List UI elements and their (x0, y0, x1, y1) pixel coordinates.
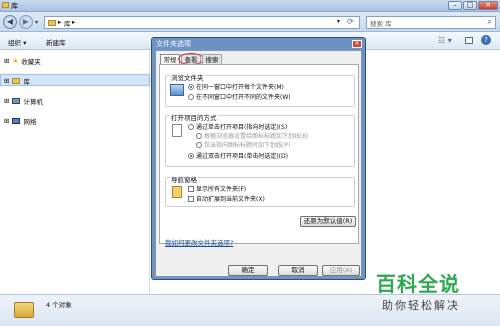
option-show-all-folders[interactable]: 显示所有文件夹(F) (188, 184, 246, 193)
library-large-icon (14, 302, 34, 318)
option-same-window[interactable]: 在同一窗口中打开每个文件夹(M) (188, 82, 284, 91)
radio-button[interactable] (188, 152, 194, 159)
radio-button[interactable] (188, 83, 194, 90)
navigation-pane-group: 导航窗格 显示所有文件夹(F) 自动扩展到当前文件夹(X) (165, 174, 355, 207)
nav-item-label: 库 (23, 78, 30, 86)
option-auto-expand[interactable]: 自动扩展到当前文件夹(X) (188, 194, 265, 203)
option-label: 在不同窗口中打开不同的文件夹(W) (196, 94, 291, 101)
watermark-title: 百科全说 (376, 272, 460, 296)
checkbox[interactable] (188, 185, 194, 192)
option-label: 显示所有文件夹(F) (196, 186, 247, 193)
cancel-button[interactable]: 取消 (278, 265, 318, 276)
option-underline-point[interactable]: 仅当指向图标标题时加下划线(P) (196, 140, 290, 149)
expand-icon[interactable]: ⊞ (4, 117, 9, 125)
nav-item-label: 收藏夹 (21, 58, 41, 66)
nav-item-favorites[interactable]: ⊞ ★ 收藏夹 (4, 56, 41, 66)
nav-item-network[interactable]: ⊞ 网络 (4, 116, 36, 126)
window-title: 库 (11, 2, 18, 10)
group-label: 浏览文件夹 (170, 72, 205, 82)
minimize-button[interactable]: – (448, 1, 462, 10)
restore-defaults-button[interactable]: 还原为默认值(R) (300, 216, 356, 227)
address-path[interactable]: 库 (64, 18, 71, 28)
browse-folders-group: 浏览文件夹 在同一窗口中打开每个文件夹(M) 在不同窗口中打开不同的文件夹(W) (165, 72, 355, 107)
search-box[interactable]: 搜索 库 ⌕ (366, 16, 496, 29)
dialog-title: 文件夹选项 (156, 40, 191, 48)
navigation-pane: ⊞ ★ 收藏夹 ⊞ 库 ⊞ 计算机 ⊞ 网络 (0, 50, 150, 294)
folder-icon (2, 2, 9, 8)
help-icon[interactable]: ? (481, 35, 491, 45)
apply-button[interactable]: 应用(A) (322, 265, 360, 276)
star-icon: ★ (12, 57, 19, 65)
search-icon[interactable]: ⌕ (488, 17, 492, 27)
address-box[interactable]: ▸ 库 ▸ ▾ ⟳ (44, 16, 360, 29)
group-label: 导航窗格 (170, 174, 198, 184)
maximize-button[interactable]: □ (463, 1, 477, 10)
general-tab-panel: 浏览文件夹 在同一窗口中打开每个文件夹(M) 在不同窗口中打开不同的文件夹(W)… (159, 64, 359, 247)
option-double-click[interactable]: 通过双击打开项目(单击时选定)(D) (188, 151, 288, 160)
document-cursor-icon (172, 124, 182, 137)
refresh-icon[interactable]: ⟳ (347, 17, 354, 26)
new-library-button[interactable]: 新建库 (46, 37, 66, 47)
option-label: 根据浏览器设置给图标标题加下划线(B) (204, 133, 309, 140)
checkbox[interactable] (188, 195, 194, 202)
option-label: 通过双击打开项目(单击时选定)(D) (196, 153, 288, 160)
option-new-window[interactable]: 在不同窗口中打开不同的文件夹(W) (188, 92, 291, 101)
search-input[interactable]: 搜索 库 (370, 18, 392, 28)
window-titlebar: 库 – □ ✕ (0, 0, 500, 12)
open-items-group: 打开项目的方式 通过单击打开项目(指向时选定)(S) 根据浏览器设置给图标标题加… (165, 112, 355, 167)
option-label: 自动扩展到当前文件夹(X) (196, 196, 265, 203)
nav-item-label: 网络 (23, 118, 37, 126)
watermark-subtitle: 助你轻松解决 (382, 299, 460, 312)
network-icon (12, 118, 21, 124)
option-label: 在同一窗口中打开每个文件夹(M) (196, 84, 284, 91)
folder-options-dialog: 文件夹选项 ✕ 常规 查看 搜索 浏览文件夹 在同一窗口中打开每个文件夹(M) … (151, 37, 366, 280)
folder-tree-icon (172, 186, 182, 198)
ok-button[interactable]: 确定 (228, 265, 268, 276)
computer-icon (12, 98, 21, 104)
address-dropdown-icon[interactable]: ▾ (337, 18, 340, 25)
dialog-body: 常规 查看 搜索 浏览文件夹 在同一窗口中打开每个文件夹(M) 在不同窗口中打开… (155, 50, 362, 277)
radio-button[interactable] (188, 93, 194, 100)
preview-pane-icon[interactable] (465, 37, 473, 44)
help-link[interactable]: 我如何更改文件夹选项? (165, 237, 233, 247)
nav-item-libraries[interactable]: ⊞ 库 (4, 76, 30, 86)
option-label: 通过单击打开项目(指向时选定)(S) (196, 124, 288, 131)
close-window-button[interactable]: ✕ (478, 1, 498, 10)
option-underline-browser[interactable]: 根据浏览器设置给图标标题加下划线(B) (196, 131, 309, 140)
back-button[interactable]: ◀ (3, 15, 17, 29)
expand-icon[interactable]: ⊞ (4, 57, 9, 65)
address-bar-row: ◀ ▶ ▾ ▸ 库 ▸ ▾ ⟳ 搜索 库 ⌕ (0, 12, 500, 32)
organize-label: 组织 (8, 39, 21, 47)
library-folder-icon (12, 78, 21, 84)
recent-pages-dropdown[interactable]: ▾ (35, 19, 38, 26)
radio-button[interactable] (196, 132, 202, 139)
window-icon (170, 84, 184, 96)
path-separator: ▸ (58, 18, 62, 26)
nav-item-label: 计算机 (23, 98, 43, 106)
radio-button[interactable] (188, 123, 194, 130)
option-single-click[interactable]: 通过单击打开项目(指向时选定)(S) (188, 122, 287, 131)
option-label: 仅当指向图标标题时加下划线(P) (204, 142, 291, 149)
object-count: 4 个对象 (46, 301, 72, 309)
dialog-close-button[interactable]: ✕ (352, 40, 362, 48)
radio-button[interactable] (196, 141, 202, 148)
nav-item-computer[interactable]: ⊞ 计算机 (4, 96, 43, 106)
expand-icon[interactable]: ⊞ (4, 97, 9, 105)
library-icon (48, 20, 56, 26)
forward-button[interactable]: ▶ (19, 15, 33, 29)
organize-button[interactable]: 组织 ▾ (8, 37, 26, 47)
path-chevron-icon[interactable]: ▸ (72, 18, 75, 26)
expand-icon[interactable]: ⊞ (4, 77, 9, 85)
group-label: 打开项目的方式 (170, 112, 218, 122)
view-options-icon[interactable]: ☷ ▾ (438, 36, 452, 45)
